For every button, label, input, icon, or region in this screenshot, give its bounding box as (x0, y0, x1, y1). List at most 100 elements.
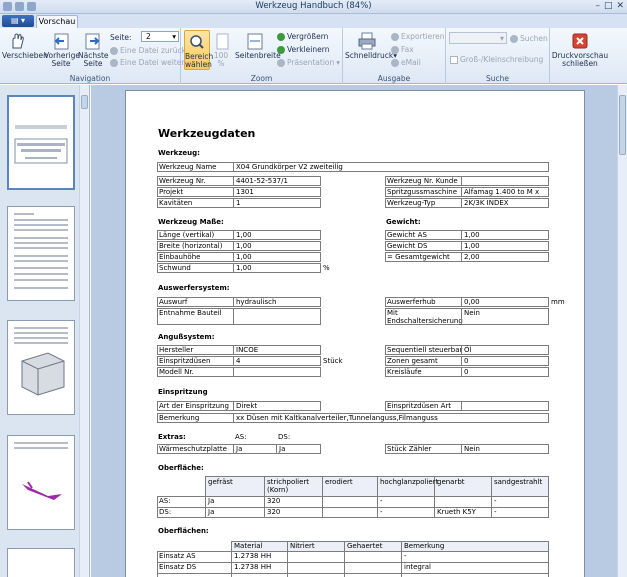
table-gridline (157, 551, 158, 577)
menu-icon: ▤ ▾ (10, 16, 26, 25)
tool-nr-label: Werkzeug Nr. (159, 177, 206, 185)
page-label: Seite: (110, 33, 132, 42)
search-icon (510, 34, 518, 43)
thumbnail-scroll-thumb[interactable] (81, 95, 88, 109)
export-button[interactable]: Exportieren (391, 32, 445, 41)
zoom-out-button[interactable]: Verkleinern (277, 45, 329, 54)
endswitch-value: Nein (464, 309, 480, 317)
title-bar: Werkzeug Handbuch (84%) – □ ✕ (0, 0, 627, 14)
next-page-button[interactable]: Nächste Seite (78, 32, 109, 68)
table-gridline (157, 573, 549, 574)
document-page: Werkzeugdaten Werkzeug: Werkzeug Name X0… (125, 90, 585, 577)
surface-col-0: gefräst (208, 478, 233, 486)
presentation-button[interactable]: Präsentation ▾ (277, 58, 340, 67)
ribbon-tab-bar: ▤ ▾ Vorschau (0, 14, 627, 28)
file-forward-button[interactable]: Eine Datei weiter (110, 58, 184, 67)
table-gridline (401, 541, 402, 577)
group-label-navigation: Navigation (69, 74, 111, 83)
sequential-label: Sequentiell steuerbar (387, 346, 463, 354)
zones-value: 0 (464, 357, 469, 365)
tool-type-value: 2K/3K INDEX (464, 199, 509, 207)
field-cell (233, 308, 321, 325)
field-cell (461, 367, 549, 377)
thumbnail-page-4[interactable] (7, 435, 75, 530)
surface-col-5: sandgestrahlt (494, 478, 543, 486)
thumbnail-page-5[interactable] (7, 548, 75, 577)
minimize-icon[interactable]: – (595, 1, 600, 11)
file-back-button[interactable]: Eine Datei zurück (110, 46, 186, 55)
tab-preview[interactable]: Vorschau (36, 15, 78, 28)
email-icon (391, 58, 399, 67)
table-cell: - (404, 552, 407, 560)
fax-icon (391, 45, 399, 54)
field-cell (233, 356, 321, 366)
group-close: Druckvorschau schließen (550, 28, 610, 84)
cavities-label: Kavitäten (159, 199, 193, 207)
weight-as-label: Gewicht AS (387, 231, 427, 239)
table-gridline (287, 541, 288, 577)
remark-label: Bemerkung (159, 414, 200, 422)
surfaces-col-3: Bemerkung (404, 542, 445, 550)
app-menu-button[interactable]: ▤ ▾ (2, 15, 34, 27)
thumbnail-page-2[interactable] (7, 206, 75, 301)
thumbnail-page-3[interactable] (7, 320, 75, 415)
height-value: 1,00 (236, 253, 252, 261)
table-gridline (231, 541, 549, 542)
zones-label: Zonen gesamt (387, 357, 438, 365)
move-button[interactable]: Verschieben (2, 32, 48, 60)
manufacturer-label: Hersteller (159, 346, 194, 354)
injection-type-value: Direkt (236, 402, 258, 410)
zoom-in-icon (277, 32, 285, 41)
group-label-search: Suche (485, 74, 509, 83)
surfaces-col-1: Nitriert (290, 542, 315, 550)
customer-nr-label: Werkzeug Nr. Kunde (387, 177, 458, 185)
table-gridline (377, 476, 378, 518)
close-preview-button[interactable]: Druckvorschau schließen (550, 32, 610, 68)
heat-plate-ds: Ja (279, 445, 286, 453)
file-back-icon (110, 46, 118, 55)
section-injection: Einspritzung (158, 388, 208, 396)
arrow-left-icon (51, 32, 71, 50)
table-cell: 1.2738 HH (234, 563, 272, 571)
email-button[interactable]: eMail (391, 58, 421, 67)
select-area-button[interactable]: Bereich wählen (184, 30, 213, 70)
ejector-label: Auswurf (159, 298, 188, 306)
group-search: ▾ Suchen Groß-/Kleinschreibung Suche (446, 28, 550, 84)
shrink-label: Schwund (159, 264, 191, 272)
width-label: Breite (horizontal) (159, 242, 223, 250)
search-button[interactable]: Suchen (510, 34, 548, 43)
height-label: Einbauhöhe (159, 253, 201, 261)
zoom-in-button[interactable]: Vergrößern (277, 32, 328, 41)
quick-print-button[interactable]: Schnelldruck▾ (345, 32, 397, 60)
zoom-100-button[interactable]: 100 % (212, 32, 230, 68)
document-scroll-thumb[interactable] (619, 95, 626, 155)
close-window-icon[interactable]: ✕ (616, 1, 624, 11)
surface-table: gefräst strichpoliert (Korn) erodiert ho… (157, 476, 549, 518)
nozzles-unit: Stück (323, 357, 343, 365)
sequential-value: Öl (464, 346, 472, 354)
page-width-button[interactable]: Seitenbreite (235, 32, 281, 60)
group-navigation: Verschieben Vorherige Seite Nächste Seit… (0, 28, 186, 84)
spinner-icon[interactable]: ▾ (172, 32, 176, 41)
table-gridline (548, 476, 549, 518)
surfaces-col-2: Gehaertet (347, 542, 383, 550)
extras-ds-header: DS: (278, 433, 291, 441)
table-cell: 320 (267, 508, 281, 516)
page-number-input[interactable]: 2 ▾ (141, 31, 179, 42)
prev-page-button[interactable]: Vorherige Seite (44, 32, 80, 68)
search-input[interactable]: ▾ (449, 32, 507, 44)
document-scrollbar[interactable] (617, 85, 627, 577)
fax-button[interactable]: Fax (391, 45, 414, 54)
thumbnail-scrollbar[interactable] (79, 85, 89, 577)
arrow-right-icon (83, 32, 103, 50)
export-icon (391, 32, 399, 41)
section-dimensions: Werkzeug Maße: (158, 218, 224, 226)
thumbnail-page-1[interactable] (7, 95, 75, 190)
length-value: 1,00 (236, 231, 252, 239)
weight-as-value: 1,00 (464, 231, 480, 239)
checkbox-icon (450, 55, 458, 64)
ejector-stroke-value: 0,00 (464, 298, 480, 306)
maximize-icon[interactable]: □ (604, 1, 613, 11)
table-cell: - (494, 508, 497, 516)
case-sensitive-checkbox[interactable]: Groß-/Kleinschreibung (450, 55, 543, 64)
